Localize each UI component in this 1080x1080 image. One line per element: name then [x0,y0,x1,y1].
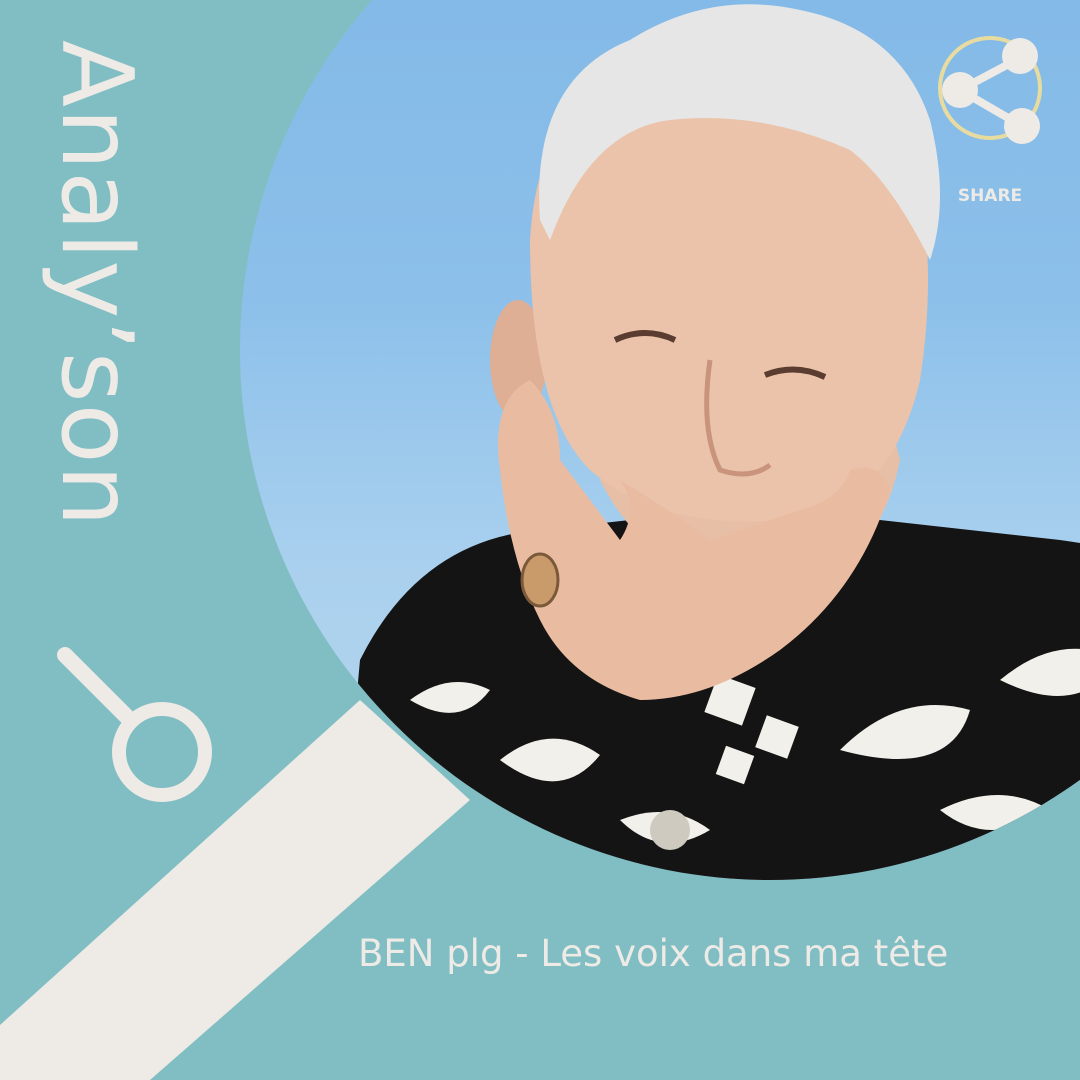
magnifier-icon [57,647,212,802]
share-icon [938,36,1042,144]
share-button[interactable]: SHARE [928,28,1056,206]
post-canvas: Analy’son SHARE BEN plg - Les voix dans … [0,0,1080,1080]
track-caption: BEN plg - Les voix dans ma tête [358,932,949,975]
share-label: SHARE [957,186,1023,206]
brand-title: Analy’son [39,40,153,528]
